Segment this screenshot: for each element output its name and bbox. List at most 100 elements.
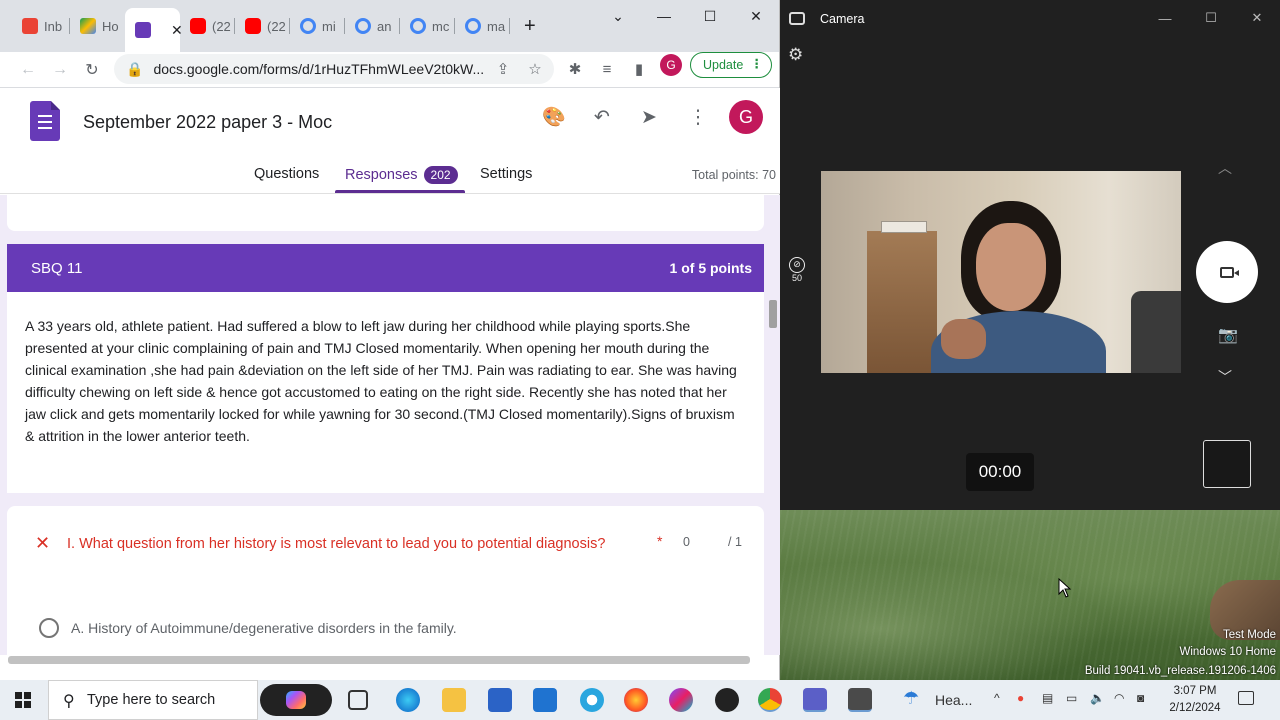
section-description: A 33 years old, athlete patient. Had suf… [7,292,764,493]
file-explorer-icon[interactable] [442,688,466,712]
minimize-icon[interactable]: — [1142,0,1188,36]
total-points: Total points: 70 [691,168,776,182]
close-window-icon[interactable]: ✕ [1234,0,1280,36]
close-window-icon[interactable]: ✕ [733,0,779,32]
taskbar: ⚲ Type here to search ☂ Hea... ^ ● ▤ ▭ 🔈… [0,680,1280,720]
update-button[interactable]: Update ⋮ [690,52,772,78]
bookmark-star-icon[interactable]: ☆ [524,59,546,81]
tab-questions[interactable]: Questions [254,166,319,182]
new-tab-icon[interactable]: + [524,15,536,38]
tab-responses[interactable]: Responses 202 [345,166,458,184]
more-menu-icon[interactable]: ⋮ [751,56,764,71]
section-title: SBQ 11 [31,259,83,277]
tab-label: mc [432,18,450,34]
extensions-icon[interactable]: ✱ [564,59,586,81]
last-capture-thumbnail[interactable] [1203,440,1251,488]
youtube-icon [190,18,206,34]
network-adapter-icon[interactable]: ▤ [1042,691,1053,705]
tab-settings[interactable]: Settings [480,166,532,182]
tab-youtube-1[interactable]: (22 [180,8,235,44]
mouse-cursor-icon [1058,578,1072,598]
more-options-icon[interactable]: ⋮ [685,105,711,131]
back-icon[interactable]: ← [12,61,44,79]
watermark-test-mode: Test Mode [1222,629,1276,641]
tab-google-1[interactable]: mi [290,8,345,44]
weather-label[interactable]: Hea... [935,692,972,708]
google-drive-icon [80,18,96,34]
forward-icon[interactable]: → [44,61,76,79]
tab-google-2[interactable]: an [345,8,400,44]
tab-youtube-2[interactable]: (22 [235,8,290,44]
firefox-icon[interactable] [624,688,648,712]
radio-option-a[interactable] [39,618,59,638]
battery-icon[interactable]: ▭ [1066,691,1077,705]
incorrect-x-icon: ✕ [35,533,51,553]
minimize-icon[interactable]: — [641,0,687,32]
horizontal-scrollbar[interactable] [8,656,750,664]
aspect-ratio-label: 50 [791,273,802,283]
camera-taskbar-icon[interactable] [848,688,872,712]
reload-icon[interactable]: ↻ [76,60,108,80]
google-forms-logo-icon[interactable] [30,101,60,141]
score-input[interactable]: 0 / 1 [683,535,742,549]
internet-explorer-icon[interactable] [580,688,604,712]
update-label: Update [703,58,744,72]
palette-icon[interactable]: 🎨 [541,105,567,131]
send-icon[interactable]: ➤ [636,105,662,131]
tab-responses-label: Responses [345,167,418,183]
windows-start-icon[interactable] [15,692,31,708]
system-clock[interactable]: 3:07 PM 2/12/2024 [1160,683,1230,717]
wifi-icon[interactable]: ◠ [1114,691,1124,705]
photo-mode-camera-icon[interactable]: 📷 [1218,325,1238,345]
active-tab-indicator [335,190,465,193]
undo-icon[interactable]: ↶ [589,105,615,131]
tab-drive[interactable]: Ho [70,8,125,44]
address-bar[interactable]: 🔒 docs.google.com/forms/d/1rHuzTFhmWLeeV… [114,54,554,84]
teams-icon[interactable] [803,688,827,712]
weather-icon[interactable]: ☂ [903,688,927,712]
tab-google-4[interactable]: ma [455,8,510,44]
share-icon[interactable]: ⇪ [492,59,514,81]
tab-search-chevron-icon[interactable]: ⌄ [595,0,641,32]
mail-icon[interactable] [533,688,557,712]
reading-list-icon[interactable]: ≡ [596,59,618,81]
record-video-button[interactable] [1196,241,1258,303]
tab-label: an [377,18,392,34]
lock-icon: 🔒 [126,60,144,77]
show-hidden-icons-icon[interactable]: ^ [994,691,1000,705]
notifications-icon[interactable] [1238,691,1254,705]
score-value: 0 [683,535,690,549]
camera-tray-icon[interactable]: ◙ [1137,691,1144,705]
tab-strip: Inb Ho ✕ (22 (22 mi an mc ma + ⌄ — ☐ ✕ [0,0,779,52]
chrome-window: Inb Ho ✕ (22 (22 mi an mc ma + ⌄ — ☐ ✕ ←… [0,0,780,680]
side-panel-icon[interactable]: ▮ [628,59,650,81]
chrome-tray-icon[interactable]: ● [1017,691,1024,705]
chrome-icon[interactable] [758,688,782,712]
previous-card [7,195,764,231]
app-dark-icon[interactable] [715,688,739,712]
settings-gear-icon[interactable]: ⚙ [788,45,803,65]
youtube-icon [245,18,261,34]
copilot-icon[interactable] [260,684,332,716]
maximize-icon[interactable]: ☐ [687,0,733,32]
aspect-ratio-toggle[interactable]: ⊘ 50 [789,257,805,283]
tab-label: Ho [102,18,119,34]
volume-icon[interactable]: 🔈 [1090,691,1105,705]
chevron-up-icon[interactable]: ︿ [1218,158,1232,178]
search-placeholder: Type here to search [87,692,216,708]
task-view-icon[interactable] [348,690,368,710]
account-avatar[interactable]: G [729,100,763,134]
camera-window: Camera — ☐ ✕ ⚙ ⊘ 50 ︿ 📷 ﹀ 00:00 [780,0,1280,510]
edge-icon[interactable] [396,688,420,712]
profile-avatar[interactable]: G [660,54,682,76]
taskbar-search-box[interactable]: ⚲ Type here to search [48,680,258,720]
form-title[interactable]: September 2022 paper 3 - Moc [83,112,332,133]
vertical-scrollbar[interactable] [769,300,777,328]
app-icon[interactable] [669,688,693,712]
maximize-icon[interactable]: ☐ [1188,0,1234,36]
store-icon[interactable] [488,688,512,712]
tab-google-3[interactable]: mc [400,8,455,44]
chevron-down-icon[interactable]: ﹀ [1218,367,1232,387]
tab-gmail[interactable]: Inb [12,8,70,44]
tab-forms-active[interactable]: ✕ [125,8,183,52]
